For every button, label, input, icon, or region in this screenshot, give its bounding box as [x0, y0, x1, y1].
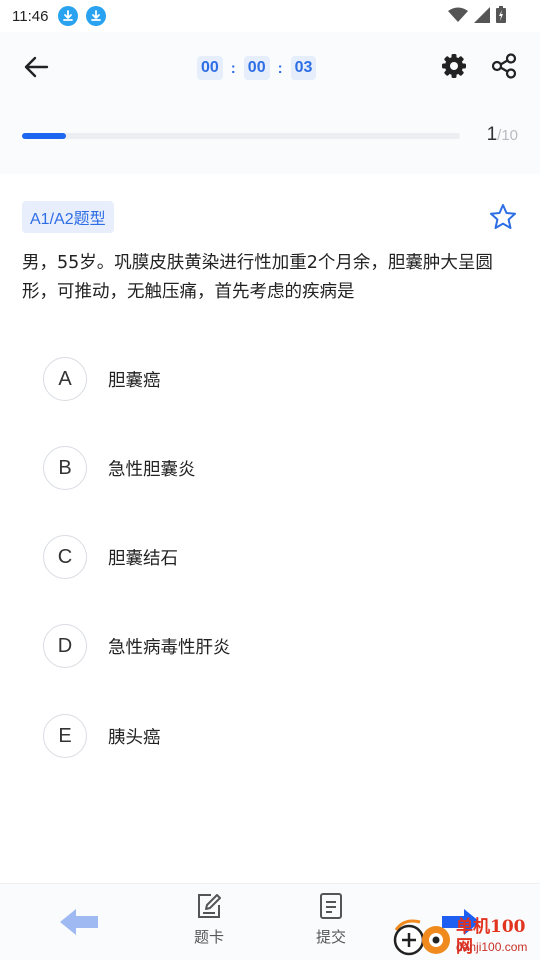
elapsed-timer: 00 : 00 : 03: [197, 56, 317, 80]
answer-card-label: 题卡: [193, 928, 224, 946]
timer-hours: 00: [197, 56, 223, 80]
arrow-left-icon: [24, 56, 49, 78]
option-letter: B: [43, 446, 87, 490]
favorite-button[interactable]: [488, 202, 518, 232]
question-text: 男，55岁。巩膜皮肤黄染进行性加重2个月余，胆囊肿大呈圆形，可推动，无触压痛，首…: [22, 253, 493, 302]
option-c[interactable]: C 胆囊结石: [43, 535, 513, 579]
question-progress-fill: [22, 133, 66, 139]
signal-icon: [474, 6, 490, 23]
battery-icon: [496, 6, 506, 23]
submit-button[interactable]: 提交: [300, 892, 362, 954]
exam-header: 00 : 00 : 03 1/10: [0, 32, 540, 174]
download-notification-icon: [86, 6, 107, 26]
option-text: 胆囊结石: [108, 548, 178, 569]
question-progress-bar: [22, 133, 460, 139]
timer-separator: :: [230, 59, 236, 77]
timer-minutes: 00: [243, 56, 270, 80]
answer-card-button[interactable]: 题卡: [178, 892, 240, 954]
option-text: 胆囊癌: [108, 370, 161, 391]
status-time: 11:46: [12, 7, 49, 25]
option-text: 急性病毒性肝炎: [108, 637, 231, 658]
question-progress-counter: 1/10: [487, 124, 518, 146]
option-letter: C: [43, 535, 87, 579]
arrow-left-bold-icon: [60, 909, 98, 935]
question-type-badge: A1/A2题型: [22, 201, 114, 233]
status-indicators: [448, 6, 506, 23]
previous-question-button[interactable]: [58, 906, 100, 938]
wifi-icon: [448, 7, 468, 22]
submit-label: 提交: [315, 928, 346, 946]
settings-button[interactable]: [440, 52, 468, 80]
timer-separator: :: [277, 59, 283, 77]
timer-seconds: 03: [290, 56, 317, 80]
document-icon: [320, 893, 342, 919]
back-button[interactable]: [18, 52, 54, 82]
edit-card-icon: [198, 894, 221, 918]
site-watermark: 单机100网 danji100.com: [390, 912, 540, 960]
watermark-site-url: danji100.com: [456, 940, 528, 954]
option-letter: E: [43, 714, 87, 758]
status-bar: 11:46: [0, 0, 540, 32]
option-a[interactable]: A 胆囊癌: [43, 357, 513, 401]
gear-icon: [442, 54, 466, 78]
option-d[interactable]: D 急性病毒性肝炎: [43, 624, 513, 668]
option-b[interactable]: B 急性胆囊炎: [43, 446, 513, 490]
total-question-count: 10: [501, 127, 518, 144]
share-button[interactable]: [490, 52, 518, 80]
star-icon: [490, 204, 516, 229]
option-e[interactable]: E 胰头癌: [43, 714, 513, 758]
share-icon: [491, 53, 517, 79]
watermark-logo-icon: [393, 919, 450, 956]
option-text: 急性胆囊炎: [108, 459, 196, 480]
option-text: 胰头癌: [108, 727, 161, 748]
download-notification-icon: [58, 6, 79, 26]
current-question-number: 1: [486, 124, 498, 145]
option-letter: D: [43, 624, 87, 668]
option-letter: A: [43, 357, 87, 401]
